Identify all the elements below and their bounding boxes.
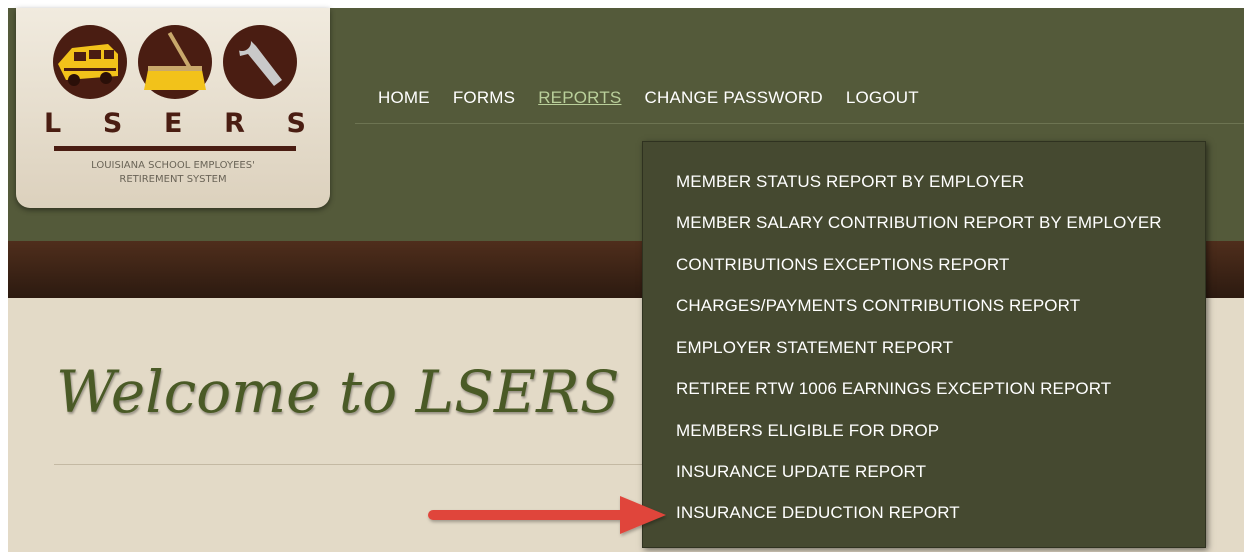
logo-wordmark: L S E R S xyxy=(44,108,306,139)
main-nav: HOME FORMS REPORTS CHANGE PASSWORD LOGOU… xyxy=(378,88,942,108)
welcome-divider xyxy=(54,464,644,465)
logo-subtitle-line-1: LOUISIANA SCHOOL EMPLOYEES' xyxy=(91,160,255,171)
nav-divider xyxy=(355,123,1244,124)
menu-item-retiree-rtw-report[interactable]: RETIREE RTW 1006 EARNINGS EXCEPTION REPO… xyxy=(676,374,1111,404)
logo-emblem xyxy=(53,25,297,99)
menu-item-member-salary-contribution-report[interactable]: MEMBER SALARY CONTRIBUTION REPORT BY EMP… xyxy=(676,208,1162,238)
menu-item-contributions-exceptions-report[interactable]: CONTRIBUTIONS EXCEPTIONS REPORT xyxy=(676,250,1009,280)
school-bus-icon xyxy=(53,25,127,99)
logo-letter: L xyxy=(44,108,62,139)
menu-item-charges-payments-report[interactable]: CHARGES/PAYMENTS CONTRIBUTIONS REPORT xyxy=(676,291,1080,321)
page: L S E R S LOUISIANA SCHOOL EMPLOYEES' RE… xyxy=(0,0,1244,552)
menu-item-employer-statement-report[interactable]: EMPLOYER STATEMENT REPORT xyxy=(676,333,953,363)
logo-letter: S xyxy=(286,108,306,139)
wrench-icon xyxy=(223,25,297,99)
logo-letter: S xyxy=(102,108,123,139)
menu-item-insurance-update-report[interactable]: INSURANCE UPDATE REPORT xyxy=(676,457,926,487)
menu-item-member-status-report[interactable]: MEMBER STATUS REPORT BY EMPLOYER xyxy=(676,167,1024,197)
nav-change-password[interactable]: CHANGE PASSWORD xyxy=(644,88,822,108)
logo-letter: R xyxy=(224,108,245,139)
logo-letter: E xyxy=(163,108,183,139)
red-arrow-icon xyxy=(428,496,666,534)
nav-home[interactable]: HOME xyxy=(378,88,430,108)
lsers-logo[interactable]: L S E R S LOUISIANA SCHOOL EMPLOYEES' RE… xyxy=(16,8,330,208)
reports-dropdown-menu: MEMBER STATUS REPORT BY EMPLOYER MEMBER … xyxy=(642,141,1206,548)
logo-subtitle-line-2: RETIREMENT SYSTEM xyxy=(119,174,227,185)
nav-forms[interactable]: FORMS xyxy=(453,88,515,108)
menu-item-insurance-deduction-report[interactable]: INSURANCE DEDUCTION REPORT xyxy=(676,498,960,528)
menu-item-members-eligible-for-drop[interactable]: MEMBERS ELIGIBLE FOR DROP xyxy=(676,416,939,446)
broom-icon xyxy=(138,25,212,99)
welcome-heading: Welcome to LSERS xyxy=(56,358,620,426)
nav-reports[interactable]: REPORTS xyxy=(538,88,621,108)
nav-logout[interactable]: LOGOUT xyxy=(846,88,919,108)
logo-divider xyxy=(54,146,296,151)
